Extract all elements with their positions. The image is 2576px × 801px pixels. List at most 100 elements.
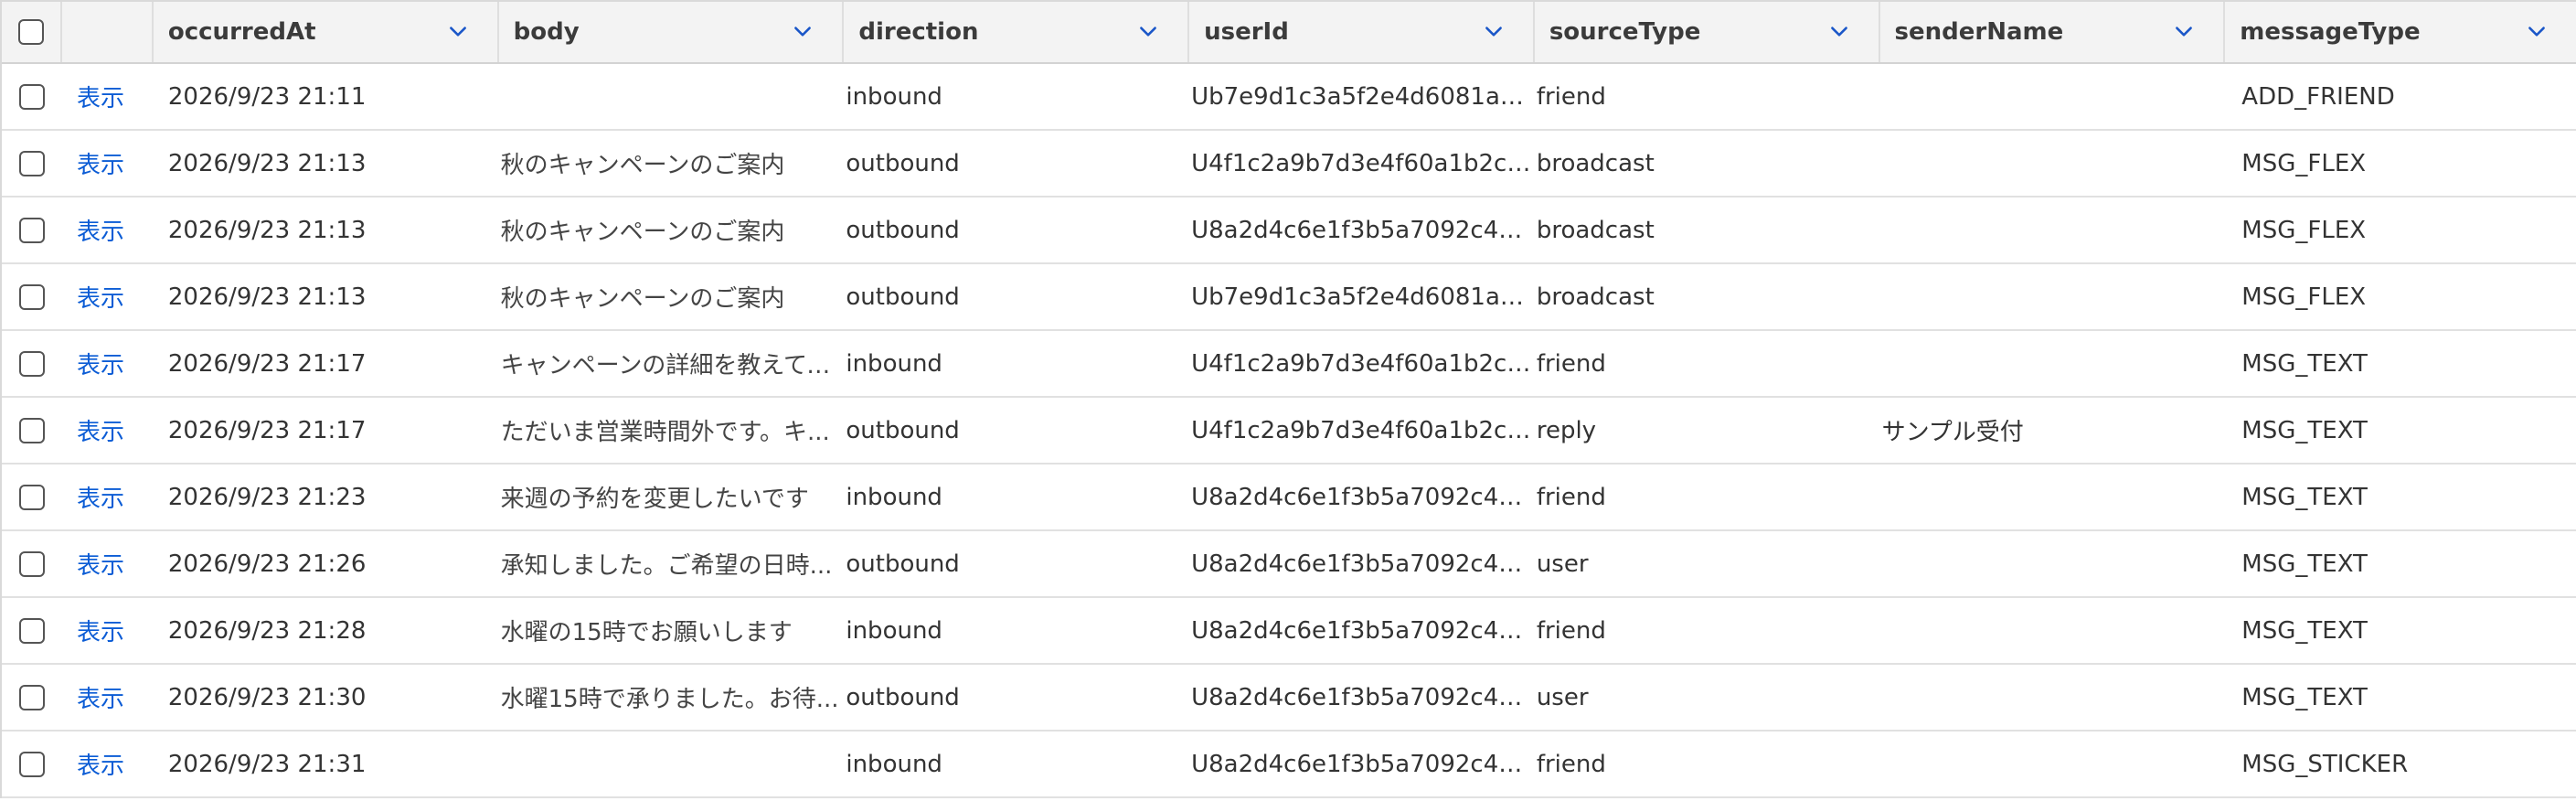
sourceType-value: friend bbox=[1536, 616, 1606, 645]
table-body: 表示 2026/9/23 21:11 inbound Ub7e9d1c3a5f2… bbox=[2, 64, 2576, 798]
sourceType-value: friend bbox=[1536, 349, 1606, 378]
view-link[interactable]: 表示 bbox=[77, 547, 124, 581]
row-checkbox[interactable] bbox=[18, 617, 45, 644]
column-header-sourceType[interactable]: sourceType bbox=[1535, 2, 1880, 62]
body-value: 秋のキャンペーンのご案内 bbox=[500, 285, 785, 313]
row-select-cell bbox=[2, 264, 62, 329]
table-row: 表示 2026/9/23 21:23 来週の予約を変更したいです inbound… bbox=[2, 465, 2576, 531]
view-link[interactable]: 表示 bbox=[77, 413, 124, 447]
chevron-down-icon[interactable] bbox=[446, 20, 470, 44]
messageType-cell: MSG_TEXT bbox=[2225, 598, 2576, 663]
row-checkbox[interactable] bbox=[18, 550, 45, 577]
column-header-label: sourceType bbox=[1549, 18, 1701, 46]
chevron-down-icon[interactable] bbox=[2525, 20, 2549, 44]
view-link[interactable]: 表示 bbox=[77, 280, 124, 314]
view-link[interactable]: 表示 bbox=[77, 80, 124, 113]
chevron-down-icon[interactable] bbox=[1827, 20, 1851, 44]
view-link[interactable]: 表示 bbox=[77, 614, 124, 647]
chevron-down-icon[interactable] bbox=[2172, 20, 2196, 44]
occurredAt-cell: 2026/9/23 21:13 bbox=[154, 198, 499, 262]
body-cell: 秋のキャンペーンのご案内 bbox=[499, 198, 845, 262]
row-checkbox[interactable] bbox=[18, 150, 45, 176]
userId-value: U8a2d4c6e1f3b5a7092c4e6... bbox=[1191, 750, 1533, 778]
column-header-messageType[interactable]: messageType bbox=[2225, 2, 2576, 62]
body-cell bbox=[499, 732, 845, 796]
view-link[interactable]: 表示 bbox=[77, 747, 124, 781]
direction-cell: inbound bbox=[844, 598, 1189, 663]
row-select-cell bbox=[2, 398, 62, 463]
column-header-userId[interactable]: userId bbox=[1189, 2, 1535, 62]
select-all-checkbox[interactable] bbox=[17, 19, 44, 45]
direction-value: inbound bbox=[846, 82, 942, 111]
row-checkbox[interactable] bbox=[18, 83, 45, 110]
messageType-value: MSG_TEXT bbox=[2241, 683, 2368, 711]
chevron-down-icon[interactable] bbox=[791, 20, 814, 44]
column-header-body[interactable]: body bbox=[499, 2, 845, 62]
occurredAt-cell: 2026/9/23 21:23 bbox=[154, 465, 499, 529]
body-value: 水曜の15時でお願いします bbox=[500, 619, 793, 646]
row-select-cell bbox=[2, 131, 62, 196]
messageType-value: ADD_FRIEND bbox=[2241, 82, 2395, 111]
senderName-cell bbox=[1880, 331, 2226, 396]
column-header-occurredAt[interactable]: occurredAt bbox=[154, 2, 499, 62]
row-select-cell bbox=[2, 198, 62, 262]
view-cell: 表示 bbox=[62, 331, 154, 396]
sourceType-value: friend bbox=[1536, 82, 1606, 111]
view-cell: 表示 bbox=[62, 531, 154, 596]
userId-cell: U8a2d4c6e1f3b5a7092c4e6... bbox=[1189, 598, 1535, 663]
body-cell: 水曜の15時でお願いします bbox=[499, 598, 845, 663]
row-select-cell bbox=[2, 64, 62, 129]
table-row: 表示 2026/9/23 21:11 inbound Ub7e9d1c3a5f2… bbox=[2, 64, 2576, 131]
row-checkbox[interactable] bbox=[18, 684, 45, 710]
direction-value: inbound bbox=[846, 616, 942, 645]
senderName-cell bbox=[1880, 465, 2226, 529]
body-cell: 秋のキャンペーンのご案内 bbox=[499, 131, 845, 196]
row-checkbox[interactable] bbox=[18, 417, 45, 443]
occurredAt-cell: 2026/9/23 21:28 bbox=[154, 598, 499, 663]
table-row: 表示 2026/9/23 21:13 秋のキャンペーンのご案内 outbound… bbox=[2, 131, 2576, 198]
column-header-senderName[interactable]: senderName bbox=[1880, 2, 2226, 62]
sourceType-cell: friend bbox=[1535, 331, 1880, 396]
row-select-cell bbox=[2, 465, 62, 529]
userId-cell: U4f1c2a9b7d3e4f60a1b2c3d... bbox=[1189, 331, 1535, 396]
occurredAt-value: 2026/9/23 21:26 bbox=[167, 550, 367, 578]
chevron-down-icon[interactable] bbox=[1136, 20, 1160, 44]
view-cell: 表示 bbox=[62, 398, 154, 463]
row-checkbox[interactable] bbox=[18, 217, 45, 243]
userId-cell: U8a2d4c6e1f3b5a7092c4e6... bbox=[1189, 732, 1535, 796]
body-value: 水曜15時で承りました。お待... bbox=[500, 686, 839, 713]
row-select-cell bbox=[2, 331, 62, 396]
view-link[interactable]: 表示 bbox=[77, 347, 124, 380]
body-cell: ただいま営業時間外です。キ... bbox=[499, 398, 845, 463]
view-link[interactable]: 表示 bbox=[77, 213, 124, 247]
sourceType-cell: friend bbox=[1535, 64, 1880, 129]
row-checkbox[interactable] bbox=[18, 283, 45, 310]
direction-cell: inbound bbox=[844, 64, 1189, 129]
sourceType-cell: broadcast bbox=[1535, 131, 1880, 196]
occurredAt-value: 2026/9/23 21:17 bbox=[167, 349, 367, 378]
userId-value: U4f1c2a9b7d3e4f60a1b2c3d... bbox=[1191, 149, 1533, 177]
column-header-direction[interactable]: direction bbox=[844, 2, 1190, 62]
senderName-cell bbox=[1880, 531, 2226, 596]
chevron-down-icon[interactable] bbox=[1482, 20, 1506, 44]
sourceType-cell: friend bbox=[1535, 732, 1880, 796]
table-row: 表示 2026/9/23 21:30 水曜15時で承りました。お待... out… bbox=[2, 665, 2576, 732]
userId-value: U8a2d4c6e1f3b5a7092c4e6... bbox=[1191, 550, 1533, 578]
column-header-label: direction bbox=[858, 18, 979, 46]
row-checkbox[interactable] bbox=[18, 751, 45, 777]
direction-value: outbound bbox=[846, 149, 960, 177]
column-header-label: senderName bbox=[1894, 18, 2064, 46]
direction-value: outbound bbox=[846, 683, 960, 711]
view-link[interactable]: 表示 bbox=[77, 146, 124, 180]
view-link[interactable]: 表示 bbox=[77, 680, 124, 714]
row-checkbox[interactable] bbox=[18, 484, 45, 510]
direction-value: outbound bbox=[846, 550, 960, 578]
direction-value: outbound bbox=[846, 283, 960, 311]
row-checkbox[interactable] bbox=[18, 350, 45, 377]
messageType-cell: MSG_FLEX bbox=[2225, 264, 2576, 329]
view-link[interactable]: 表示 bbox=[77, 480, 124, 514]
sourceType-value: user bbox=[1536, 550, 1589, 578]
view-cell: 表示 bbox=[62, 732, 154, 796]
row-select-cell bbox=[2, 732, 62, 796]
direction-value: outbound bbox=[846, 216, 960, 244]
